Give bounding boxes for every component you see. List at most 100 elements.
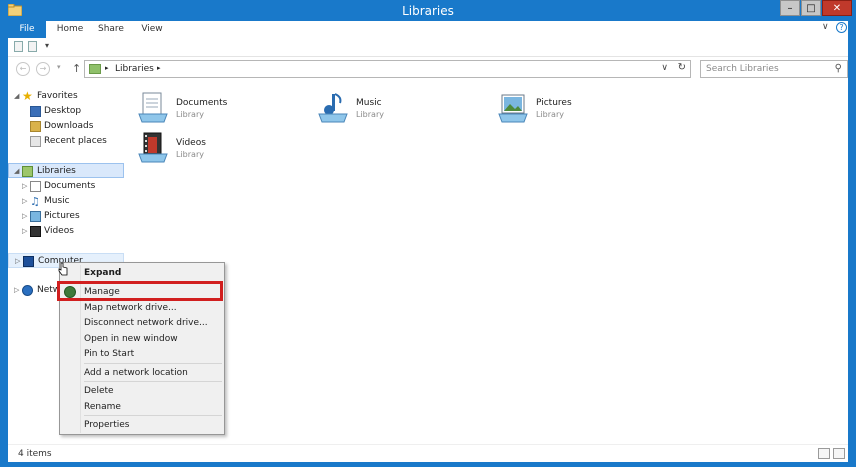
nav-downloads-label: Downloads	[44, 121, 94, 131]
nav-favorites[interactable]: ◢ ★ Favorites	[8, 89, 124, 104]
menu-separator	[84, 363, 222, 364]
library-type: Library	[536, 110, 564, 119]
nav-videos-label: Videos	[44, 226, 74, 236]
network-icon	[22, 285, 33, 296]
nav-desktop[interactable]: Desktop	[8, 104, 124, 119]
library-type: Library	[176, 150, 204, 159]
back-icon[interactable]: ←	[16, 62, 30, 76]
nav-libraries-label: Libraries	[37, 166, 76, 176]
tab-share[interactable]: Share	[98, 21, 124, 38]
qat-customize-icon[interactable]: ▾	[45, 41, 49, 50]
videos-icon	[30, 226, 41, 237]
help-icon[interactable]: ?	[836, 22, 847, 33]
expand-arrow-icon[interactable]: ▷	[22, 179, 27, 194]
breadcrumb-libraries[interactable]: Libraries	[115, 64, 154, 74]
desktop-icon	[30, 106, 41, 117]
library-type: Library	[356, 110, 384, 119]
menu-item-properties[interactable]: Properties	[84, 420, 129, 430]
nav-recent-places[interactable]: Recent places	[8, 134, 124, 149]
large-icons-view-icon[interactable]	[833, 448, 845, 459]
menu-item-add-network-location[interactable]: Add a network location	[84, 368, 188, 378]
recent-locations-icon[interactable]: ▾	[57, 63, 61, 71]
hand-cursor-icon	[58, 262, 68, 276]
search-placeholder: Search Libraries	[706, 64, 779, 74]
menu-item-expand[interactable]: Expand	[84, 268, 121, 278]
nav-libraries[interactable]: ◢ Libraries	[8, 163, 124, 178]
nav-downloads[interactable]: Downloads	[8, 119, 124, 134]
documents-library-icon	[138, 92, 168, 123]
quick-access-toolbar: ▾	[8, 38, 848, 57]
nav-music-label: Music	[44, 196, 70, 206]
menu-item-rename[interactable]: Rename	[84, 402, 121, 412]
close-button[interactable]: ✕	[822, 0, 852, 16]
menu-item-disconnect-network-drive[interactable]: Disconnect network drive...	[84, 318, 208, 328]
menu-item-map-network-drive[interactable]: Map network drive...	[84, 303, 177, 313]
library-name: Documents	[176, 98, 228, 108]
library-tile-videos[interactable]: Videos Library	[136, 128, 296, 168]
menu-item-pin-to-start[interactable]: Pin to Start	[84, 349, 134, 359]
tab-file[interactable]: File	[8, 21, 46, 38]
nav-documents-label: Documents	[44, 181, 96, 191]
computer-icon	[23, 256, 34, 267]
menu-separator	[84, 381, 222, 382]
address-dropdown-icon[interactable]: ∨	[661, 63, 668, 73]
explorer-window: Libraries – □ ✕ File Home Share View ∨ ?…	[0, 0, 856, 467]
menu-separator	[84, 415, 222, 416]
tab-view[interactable]: View	[140, 21, 164, 38]
collapse-arrow-icon[interactable]: ◢	[14, 164, 19, 179]
details-view-icon[interactable]	[818, 448, 830, 459]
maximize-button[interactable]: □	[801, 0, 821, 16]
address-row: ← → ▾ ↑ ▸ Libraries ▸ ∨ ↻ Search Librari…	[8, 57, 848, 82]
library-tile-music[interactable]: Music Library	[316, 88, 476, 128]
expand-arrow-icon[interactable]: ▷	[22, 194, 27, 209]
title-bar[interactable]: Libraries – □ ✕	[0, 0, 856, 21]
ribbon-expand-chevron-icon[interactable]: ∨	[822, 22, 829, 32]
manage-highlight-box	[57, 281, 223, 301]
ribbon-tabs: File Home Share View ∨ ?	[8, 21, 848, 38]
expand-arrow-icon[interactable]: ▷	[22, 224, 27, 239]
downloads-icon	[30, 121, 41, 132]
library-name: Music	[356, 98, 382, 108]
library-items-view: Documents Library Music Library Pictures…	[132, 82, 842, 182]
star-icon: ★	[22, 89, 33, 103]
nav-desktop-label: Desktop	[44, 106, 82, 116]
library-name: Pictures	[536, 98, 572, 108]
library-tile-documents[interactable]: Documents Library	[136, 88, 296, 128]
documents-icon	[30, 181, 41, 192]
breadcrumb-separator-icon[interactable]: ▸	[105, 64, 109, 72]
address-bar[interactable]: ▸ Libraries ▸ ∨ ↻	[84, 60, 691, 78]
nav-pictures-label: Pictures	[44, 211, 80, 221]
expand-arrow-icon[interactable]: ▷	[22, 209, 27, 224]
libraries-location-icon	[89, 64, 101, 74]
item-count: 4 items	[18, 449, 52, 459]
refresh-icon[interactable]: ↻	[678, 62, 686, 73]
library-tile-pictures[interactable]: Pictures Library	[496, 88, 656, 128]
nav-videos[interactable]: ▷ Videos	[8, 224, 124, 239]
expand-arrow-icon[interactable]: ▷	[15, 254, 20, 269]
library-type: Library	[176, 110, 204, 119]
minimize-button[interactable]: –	[780, 0, 800, 16]
nav-pictures[interactable]: ▷ Pictures	[8, 209, 124, 224]
nav-documents[interactable]: ▷ Documents	[8, 179, 124, 194]
status-bar: 4 items	[8, 444, 848, 462]
up-icon[interactable]: ↑	[72, 62, 81, 75]
nav-music[interactable]: ▷ ♫ Music	[8, 194, 124, 209]
forward-icon[interactable]: →	[36, 62, 50, 76]
library-name: Videos	[176, 138, 206, 148]
search-input[interactable]: Search Libraries ⚲	[700, 60, 848, 78]
music-icon: ♫	[30, 195, 40, 208]
music-library-icon	[318, 93, 348, 123]
properties-icon[interactable]	[14, 41, 23, 52]
menu-item-open-new-window[interactable]: Open in new window	[84, 334, 178, 344]
recent-places-icon	[30, 136, 41, 147]
tab-home[interactable]: Home	[56, 21, 84, 38]
menu-item-delete[interactable]: Delete	[84, 386, 114, 396]
new-folder-icon[interactable]	[28, 41, 37, 52]
videos-library-icon	[138, 132, 168, 163]
nav-recent-places-label: Recent places	[44, 136, 107, 146]
expand-arrow-icon[interactable]: ▷	[14, 283, 19, 298]
nav-favorites-label: Favorites	[37, 91, 78, 101]
breadcrumb-chevron-icon[interactable]: ▸	[157, 64, 161, 72]
search-icon[interactable]: ⚲	[835, 63, 842, 74]
collapse-arrow-icon[interactable]: ◢	[14, 89, 19, 104]
